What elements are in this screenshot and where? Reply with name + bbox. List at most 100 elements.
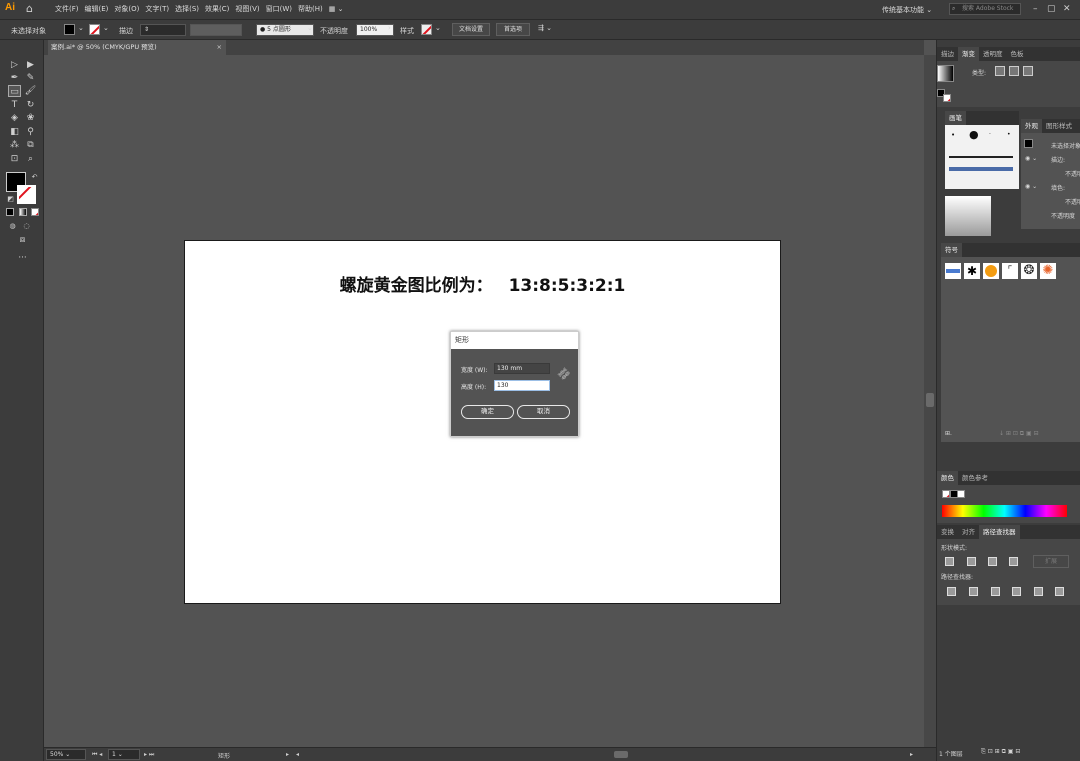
stroke-color-box[interactable] xyxy=(17,185,36,204)
unite-icon[interactable] xyxy=(945,557,954,566)
horizontal-scroll-thumb[interactable] xyxy=(614,751,628,758)
maximize-icon[interactable]: ▢ xyxy=(1047,4,1056,14)
graphic-style-swatch[interactable] xyxy=(421,24,432,35)
menu-edit[interactable]: 编辑(E) xyxy=(82,0,112,19)
layer-actions-icons[interactable]: ⎘ ⊡ ⊞ ⧉ ▣ ⊟ xyxy=(981,748,1020,756)
symbol-splat-icon[interactable]: ✱ xyxy=(964,263,980,279)
type-tool-icon[interactable]: T xyxy=(8,99,21,111)
outline-icon[interactable] xyxy=(1034,587,1043,596)
swap-colors-icon[interactable]: ↶ xyxy=(28,171,41,183)
appearance-stroke[interactable]: 描边: xyxy=(1051,155,1065,164)
none-mode-icon[interactable] xyxy=(31,208,39,216)
more-tools-icon[interactable]: ··· xyxy=(16,252,29,264)
tab-color[interactable]: 颜色 xyxy=(937,471,958,485)
menu-file[interactable]: 文件(F) xyxy=(52,0,82,19)
shape-builder-tool-icon[interactable]: ⧉ xyxy=(24,139,37,151)
cancel-button[interactable]: 取消 xyxy=(517,405,570,419)
next-artboard-icon[interactable]: ▸ ⏭ xyxy=(144,751,154,759)
close-tab-icon[interactable]: × xyxy=(217,40,222,55)
close-window-icon[interactable]: ✕ xyxy=(1063,4,1071,14)
symbol-corner-icon[interactable]: ⌜ xyxy=(1002,263,1018,279)
tab-transparency[interactable]: 透明度 xyxy=(979,47,1007,61)
radial-gradient-icon[interactable] xyxy=(1009,66,1019,76)
tab-stroke[interactable]: 描边 xyxy=(937,47,958,61)
vertical-scroll-thumb[interactable] xyxy=(926,393,934,407)
document-setup-button[interactable]: 文档设置 xyxy=(452,23,490,36)
scroll-right-icon[interactable]: ▸ xyxy=(910,751,913,758)
brush-definition[interactable]: ● 5 点圆形 xyxy=(256,24,314,36)
eyedropper-tool-icon[interactable]: ⚲ xyxy=(24,126,37,138)
blend-tool-icon[interactable]: ⁂ xyxy=(8,139,21,151)
style-dropdown-icon[interactable]: ⌄ xyxy=(435,24,441,32)
arrange-documents-icon[interactable]: ▦ ⌄ xyxy=(326,0,347,19)
tab-symbols[interactable]: 符号 xyxy=(941,243,962,257)
linear-gradient-icon[interactable] xyxy=(995,66,1005,76)
stroke-dropdown-icon[interactable]: ⌄ xyxy=(103,24,109,32)
gradient-stroke-swatch[interactable] xyxy=(943,94,951,102)
draw-inside-icon[interactable]: ◌ xyxy=(20,220,33,232)
minus-front-icon[interactable] xyxy=(967,557,976,566)
draw-mode-icon[interactable]: ◍ xyxy=(6,220,19,232)
direct-selection-tool-icon[interactable]: ▶ xyxy=(24,59,37,71)
brush-dot-small-icon[interactable]: • xyxy=(951,131,955,139)
intersect-icon[interactable] xyxy=(988,557,997,566)
stroke-weight-input[interactable]: ⇕ xyxy=(140,24,186,36)
gradient-preview[interactable] xyxy=(937,65,954,82)
opacity-arrow-icon[interactable]: › xyxy=(388,24,391,32)
tab-graphic-styles[interactable]: 图形样式 xyxy=(1042,119,1076,133)
fill-visibility-eye-icon[interactable]: ◉ ⌄ xyxy=(1025,183,1037,190)
artboard-tool-icon[interactable]: ⊡ xyxy=(8,153,21,165)
exclude-icon[interactable] xyxy=(1009,557,1018,566)
selection-tool-icon[interactable]: ▷ xyxy=(8,59,21,71)
color-spectrum[interactable] xyxy=(942,505,1067,517)
stock-search-input[interactable]: ⌕ 搜索 Adobe Stock xyxy=(949,3,1021,15)
stroke-swatch[interactable] xyxy=(89,24,100,35)
symbol-flower-icon[interactable]: ✺ xyxy=(1040,263,1056,279)
menu-object[interactable]: 对象(O) xyxy=(111,0,142,19)
tab-brushes[interactable]: 画笔 xyxy=(945,111,966,125)
variable-width-profile[interactable] xyxy=(190,24,242,36)
default-colors-icon[interactable]: ◩ xyxy=(4,193,17,205)
color-white-swatch[interactable] xyxy=(957,490,965,498)
menu-help[interactable]: 帮助(H) xyxy=(295,0,326,19)
curvature-tool-icon[interactable]: ✎ xyxy=(24,72,37,84)
fill-dropdown-icon[interactable]: ⌄ xyxy=(78,24,84,32)
scroll-left-icon[interactable]: ◂ xyxy=(296,751,299,758)
trim-icon[interactable] xyxy=(969,587,978,596)
color-mode-icon[interactable] xyxy=(6,208,14,216)
eraser-tool-icon[interactable]: ◈ xyxy=(8,112,21,124)
constrain-proportions-icon[interactable]: ⛓ xyxy=(555,366,572,383)
tab-align[interactable]: 对齐 xyxy=(958,525,979,539)
symbol-stripe-icon[interactable] xyxy=(945,263,961,279)
color-none-swatch[interactable] xyxy=(942,490,950,498)
minimize-icon[interactable]: – xyxy=(1033,4,1038,14)
crop-icon[interactable] xyxy=(1012,587,1021,596)
vertical-scrollbar[interactable] xyxy=(924,55,936,747)
freeform-gradient-icon[interactable] xyxy=(1023,66,1033,76)
rotate-tool-icon[interactable]: ↻ xyxy=(24,99,37,111)
brush-dropdown-icon[interactable]: ⌄ xyxy=(307,24,313,32)
preferences-button[interactable]: 首选项 xyxy=(496,23,530,36)
merge-icon[interactable] xyxy=(991,587,1000,596)
width-input[interactable]: 130 mm xyxy=(494,363,550,374)
gradient-tool-icon[interactable]: ◧ xyxy=(8,126,21,138)
brush-dot-large-icon[interactable]: ● xyxy=(969,128,979,141)
document-tab[interactable]: 案例.ai* @ 50% (CMYK/GPU 预览) × xyxy=(48,40,226,55)
menu-view[interactable]: 视图(V) xyxy=(232,0,262,19)
divide-icon[interactable] xyxy=(947,587,956,596)
tab-swatches[interactable]: 色板 xyxy=(1007,47,1028,61)
symbol-library-icon[interactable]: ⊞. xyxy=(945,430,952,437)
brush-dot-tiny-icon[interactable]: · xyxy=(989,131,991,138)
zoom-tool-icon[interactable]: ⌕ xyxy=(24,153,37,165)
menu-effect[interactable]: 效果(C) xyxy=(202,0,232,19)
arrange-icon[interactable]: ⇶ ⌄ xyxy=(538,24,552,32)
menu-select[interactable]: 选择(S) xyxy=(172,0,202,19)
height-input[interactable]: 130 xyxy=(494,380,550,391)
pen-tool-icon[interactable]: ✒ xyxy=(8,72,21,84)
home-icon[interactable]: ⌂ xyxy=(26,3,38,15)
paintbrush-tool-icon[interactable]: 🖌 xyxy=(24,85,37,97)
brush-stroke-pattern[interactable] xyxy=(949,167,1013,171)
gradient-mode-icon[interactable] xyxy=(19,208,27,216)
expand-button[interactable]: 扩展 xyxy=(1033,555,1069,568)
tab-gradient[interactable]: 渐变 xyxy=(958,47,979,61)
